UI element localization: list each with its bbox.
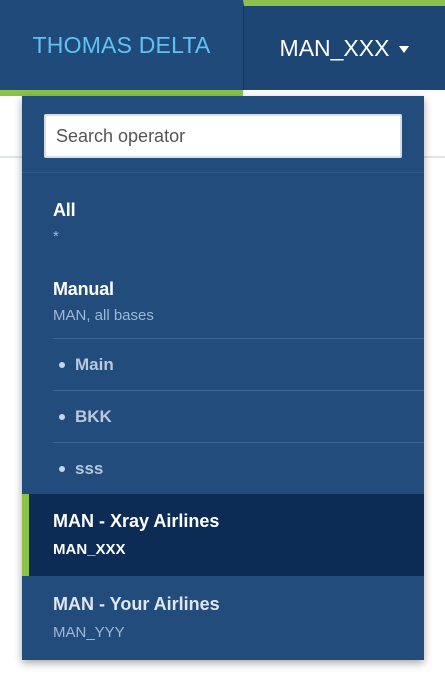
item-title: All	[53, 200, 76, 220]
search-wrapper	[44, 114, 402, 158]
dropdown-item-all[interactable]: All *	[22, 186, 424, 266]
item-subtitle: MAN_YYY	[53, 624, 125, 641]
bullet-icon	[59, 413, 65, 420]
bullet-icon	[59, 465, 65, 472]
dropdown-item-manual[interactable]: Manual MAN, all bases	[22, 266, 424, 338]
divider	[22, 172, 424, 173]
operator-dropdown-menu: All * Manual MAN, all bases Main BKK sss…	[22, 96, 424, 660]
item-subtitle: MAN, all bases	[53, 307, 154, 324]
item-title: Manual	[53, 279, 114, 299]
base-label: sss	[75, 458, 104, 478]
item-title: MAN - Your Airlines	[53, 594, 220, 614]
page: THOMAS DELTA MAN_XXX All * Manual MAN, a…	[0, 0, 445, 682]
dropdown-item-your-airlines[interactable]: MAN - Your Airlines MAN_YYY	[22, 576, 424, 660]
item-subtitle: *	[53, 228, 59, 245]
dropdown-item-xray-airlines[interactable]: MAN - Xray Airlines MAN_XXX	[22, 494, 424, 576]
top-bar: THOMAS DELTA MAN_XXX	[0, 0, 445, 90]
operator-selected-label: MAN_XXX	[279, 34, 390, 61]
bullet-icon	[59, 361, 65, 368]
base-item-sss[interactable]: sss	[53, 442, 424, 494]
user-name-label: THOMAS DELTA	[32, 31, 211, 58]
user-name-menu[interactable]: THOMAS DELTA	[0, 0, 243, 90]
item-subtitle: MAN_XXX	[53, 541, 126, 558]
search-operator-input[interactable]	[44, 114, 402, 158]
base-item-bkk[interactable]: BKK	[53, 390, 424, 442]
base-label: Main	[75, 354, 114, 374]
caret-down-icon	[399, 45, 410, 53]
base-label: BKK	[75, 406, 112, 426]
divider	[424, 156, 445, 158]
divider	[0, 156, 22, 158]
item-title: MAN - Xray Airlines	[53, 511, 220, 531]
base-item-main[interactable]: Main	[53, 338, 424, 390]
operator-dropdown-toggle[interactable]: MAN_XXX	[243, 0, 445, 90]
